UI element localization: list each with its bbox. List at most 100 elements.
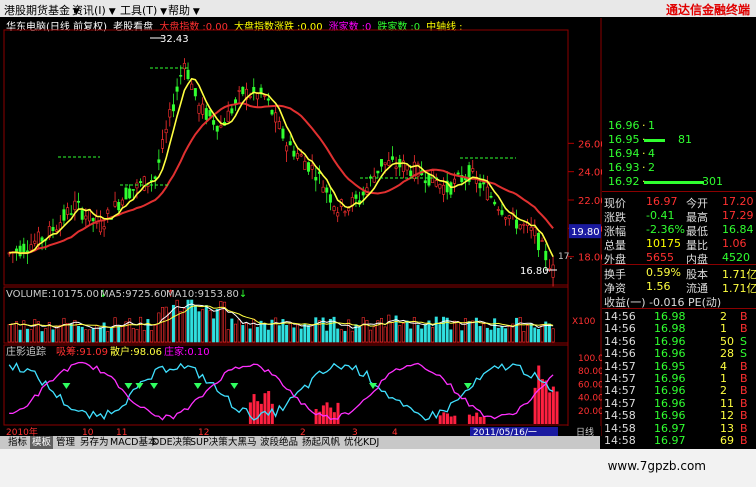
candle [29, 244, 33, 251]
volume-bar [157, 312, 161, 343]
candle [263, 95, 267, 97]
volume-bar [500, 326, 504, 343]
volume-bar [540, 324, 544, 343]
indicator-bar [270, 403, 274, 424]
template-tab-7[interactable]: 大黑马 [226, 436, 259, 449]
indicator-bar [537, 365, 541, 424]
volume-bar [551, 328, 555, 343]
candle [153, 176, 157, 179]
template-tab-2[interactable]: 管理 [54, 436, 77, 449]
candle [394, 166, 398, 169]
volume-bar [69, 323, 73, 343]
volume-bar [212, 318, 216, 343]
template-tab-0[interactable]: 指标 [6, 436, 29, 449]
volume-bar [201, 309, 205, 343]
template-tab-bar: 指标 模板 管理 另存为 MACD基本 DDE决策 SUP决策 大黑马 波段绝品 扬起风帆 优化KD… [0, 436, 600, 449]
signal-triangle-icon [193, 383, 202, 389]
candle [354, 194, 358, 199]
candle [306, 162, 310, 172]
volume-bar [310, 324, 314, 343]
quote-stat2-row: 换手 0.59% 股本 1.71亿 [604, 266, 756, 281]
candle [423, 180, 427, 184]
volume-bar [84, 329, 88, 343]
current-price-tag: 19.80 [571, 227, 600, 238]
edge-price-label: 17. [558, 252, 572, 262]
candle [73, 200, 77, 210]
volume-bar [306, 325, 310, 343]
chart-area[interactable]: 26.00 24.00 22.00 20.00 18.00 19.80 17. 32.43 1… [0, 0, 602, 449]
volume-bar [438, 324, 442, 343]
template-tab-8[interactable]: 波段绝品 [258, 436, 300, 449]
candle [197, 104, 201, 114]
volume-bar [33, 319, 37, 343]
order-book-bar [644, 139, 665, 142]
candle [164, 128, 168, 134]
candle [22, 243, 26, 254]
volume-bar [135, 329, 139, 343]
volume-bar [131, 328, 135, 343]
indicator-bar [453, 415, 457, 424]
volume-bar [146, 319, 150, 343]
volume-bar [485, 327, 489, 343]
template-tab-9[interactable]: 扬起风帆 [300, 436, 342, 449]
candle [201, 103, 205, 115]
volume-bar [533, 327, 537, 343]
volume-bar [471, 320, 475, 343]
volume-bar [142, 329, 146, 343]
candle [208, 110, 212, 117]
template-tab-10[interactable]: 优化KDJ [342, 436, 381, 449]
candle [336, 212, 340, 217]
candle [321, 186, 325, 193]
candle [551, 264, 555, 278]
volume-bar [241, 325, 245, 343]
template-tab-6[interactable]: SUP决策 [188, 436, 230, 449]
volume-bar [489, 329, 493, 343]
volume-bar [529, 323, 533, 343]
volume-bar [106, 331, 110, 343]
candle [299, 154, 303, 157]
volume-bar [525, 325, 529, 343]
indicator-bar [478, 416, 482, 424]
volume-bar [25, 328, 29, 343]
template-tab-3[interactable]: 另存为 [78, 436, 111, 449]
candle [540, 240, 544, 242]
candle [427, 173, 431, 186]
candle [190, 83, 194, 90]
volume-bar [449, 329, 453, 343]
volume-bar [55, 326, 59, 343]
volume-bar [204, 305, 208, 343]
price-tick: 24.00 [578, 168, 602, 179]
candle [518, 224, 522, 230]
volume-bar [365, 320, 369, 343]
quote-stat-row: 总量 10175 量比 1.06 [604, 237, 747, 252]
candle [117, 202, 121, 211]
candle [161, 139, 165, 149]
candle [314, 177, 318, 181]
order-book-row: 16.92·301 [608, 175, 723, 188]
candle [292, 150, 296, 157]
volume-bar [507, 326, 511, 343]
candle [113, 200, 117, 207]
candle [241, 86, 245, 95]
candle [171, 104, 175, 112]
candle [343, 211, 347, 214]
candle [529, 227, 533, 231]
indicator-bar [555, 391, 559, 424]
candle [33, 240, 37, 244]
indicator-tick: 40.00 [578, 394, 602, 404]
volume-bar [358, 326, 362, 343]
candle [128, 188, 132, 199]
volume-bar [288, 322, 292, 343]
volume-bar [255, 326, 259, 343]
signal-triangle-icon [150, 383, 158, 389]
indicator-bar [248, 402, 252, 424]
template-tab-1[interactable]: 模板 [30, 436, 54, 449]
volume-bar [303, 324, 307, 343]
candle [500, 210, 504, 215]
volume-bar [299, 328, 303, 343]
volume-bar [66, 323, 70, 343]
candle [266, 98, 270, 101]
volume-bar [482, 323, 486, 343]
volume-bar [423, 324, 427, 343]
candle [449, 182, 453, 195]
